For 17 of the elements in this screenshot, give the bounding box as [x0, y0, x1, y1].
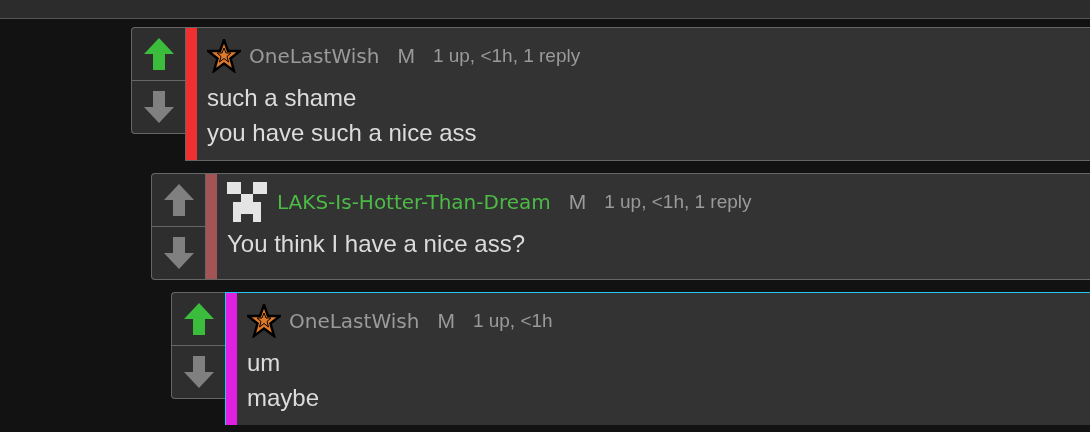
blocky-face-icon [227, 182, 269, 222]
comment-text: um [247, 348, 282, 378]
user-label: M [437, 308, 455, 335]
user-label: M [568, 189, 587, 216]
star-icon [247, 304, 281, 338]
comment-meta: 1 up, <1h [472, 308, 553, 333]
comment-text: such a shame [207, 83, 358, 113]
comment-text: you have such a nice ass [207, 118, 478, 148]
comment-text: maybe [247, 383, 321, 413]
user-label: M [397, 43, 415, 70]
comment-meta: 1 up, <1h, 1 reply [432, 43, 581, 68]
username[interactable]: OneLastWish [289, 306, 420, 336]
star-icon [207, 39, 241, 73]
username[interactable]: OneLastWish [249, 41, 380, 71]
comment-text: You think I have a nice ass? [227, 229, 526, 259]
comment-meta: 1 up, <1h, 1 reply [604, 189, 752, 214]
username[interactable]: LAKS-Is-Hotter-Than-Dream [277, 187, 551, 217]
